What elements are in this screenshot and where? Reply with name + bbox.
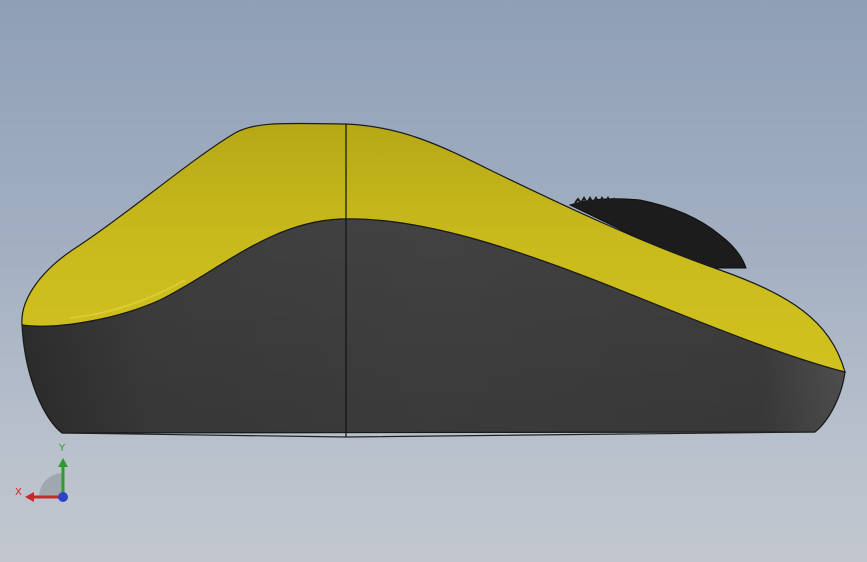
x-axis-arrowhead — [25, 492, 34, 502]
y-axis-arrowhead — [58, 458, 68, 467]
x-axis-label: X — [15, 487, 22, 498]
z-axis-dot — [58, 492, 68, 502]
y-axis-label: Y — [59, 443, 66, 454]
mouse-model[interactable] — [0, 0, 867, 562]
3d-viewport[interactable]: Y X — [0, 0, 867, 562]
triad-plane-quadrant — [39, 473, 63, 497]
axis-triad-graphic — [25, 458, 68, 502]
axis-triad: Y X — [10, 440, 80, 510]
